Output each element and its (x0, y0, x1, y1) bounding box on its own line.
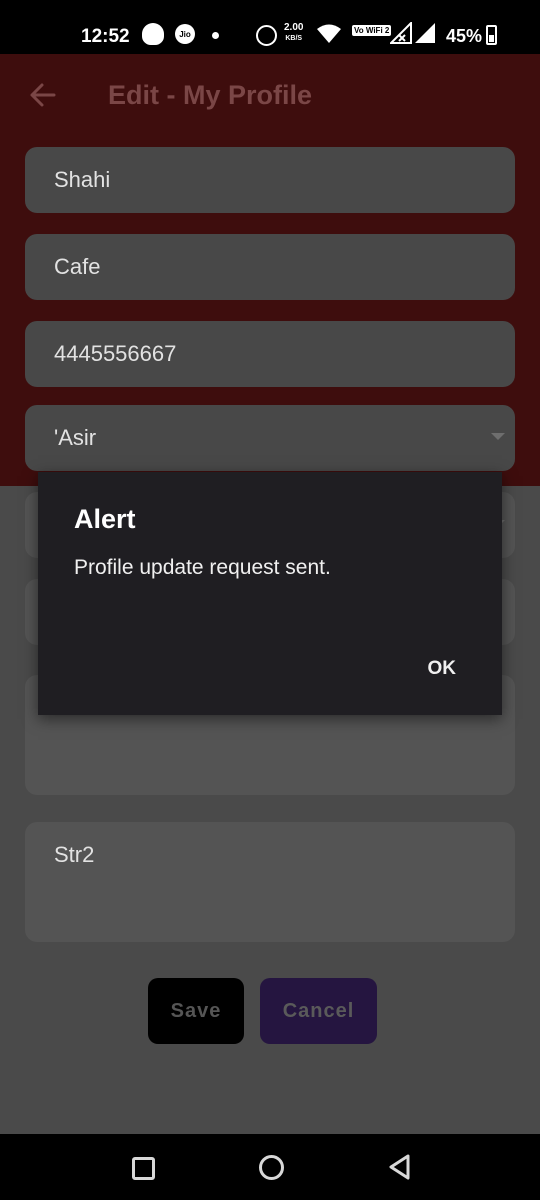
alarm-icon (256, 25, 277, 46)
notification-dot-icon (212, 32, 219, 39)
status-time: 12:52 (81, 26, 130, 47)
cancel-button[interactable]: Cancel (260, 978, 377, 1044)
battery-percent: 45% (446, 26, 483, 46)
phone-field[interactable]: 4445556667 (25, 321, 515, 387)
address-line-2-field[interactable]: Str2 (25, 822, 515, 942)
dialog-title: Alert (74, 504, 136, 534)
ok-button[interactable]: OK (428, 658, 457, 680)
vowifi-icon: Vo WiFi 2 (352, 25, 392, 36)
first-name-field[interactable]: Shahi (25, 147, 515, 213)
signal-icon (390, 22, 412, 44)
snapchat-icon (142, 23, 164, 45)
alert-dialog: Alert Profile update request sent. OK (38, 472, 502, 715)
battery-icon (486, 25, 497, 45)
recent-apps-icon[interactable] (132, 1157, 155, 1180)
back-triangle-icon[interactable] (386, 1153, 414, 1181)
navigation-bar (0, 1134, 540, 1200)
page-title: Edit - My Profile (108, 80, 313, 110)
home-icon[interactable] (259, 1155, 284, 1180)
signal-icon (415, 23, 435, 43)
network-speed-unit: KB/S (285, 35, 303, 42)
dialog-message: Profile update request sent. (74, 556, 331, 579)
last-name-field[interactable]: Cafe (25, 234, 515, 300)
arrow-left-icon[interactable] (28, 80, 58, 110)
save-button[interactable]: Save (148, 978, 244, 1044)
jio-icon: Jio (175, 24, 195, 44)
network-speed: 2.00 KB/S (284, 23, 303, 44)
wifi-icon (317, 24, 341, 43)
network-speed-value: 2.00 (284, 22, 304, 33)
status-bar: 12:52 Jio 2.00 KB/S Vo WiFi 2 45% (0, 0, 540, 54)
region-dropdown[interactable]: 'Asir (25, 405, 515, 471)
